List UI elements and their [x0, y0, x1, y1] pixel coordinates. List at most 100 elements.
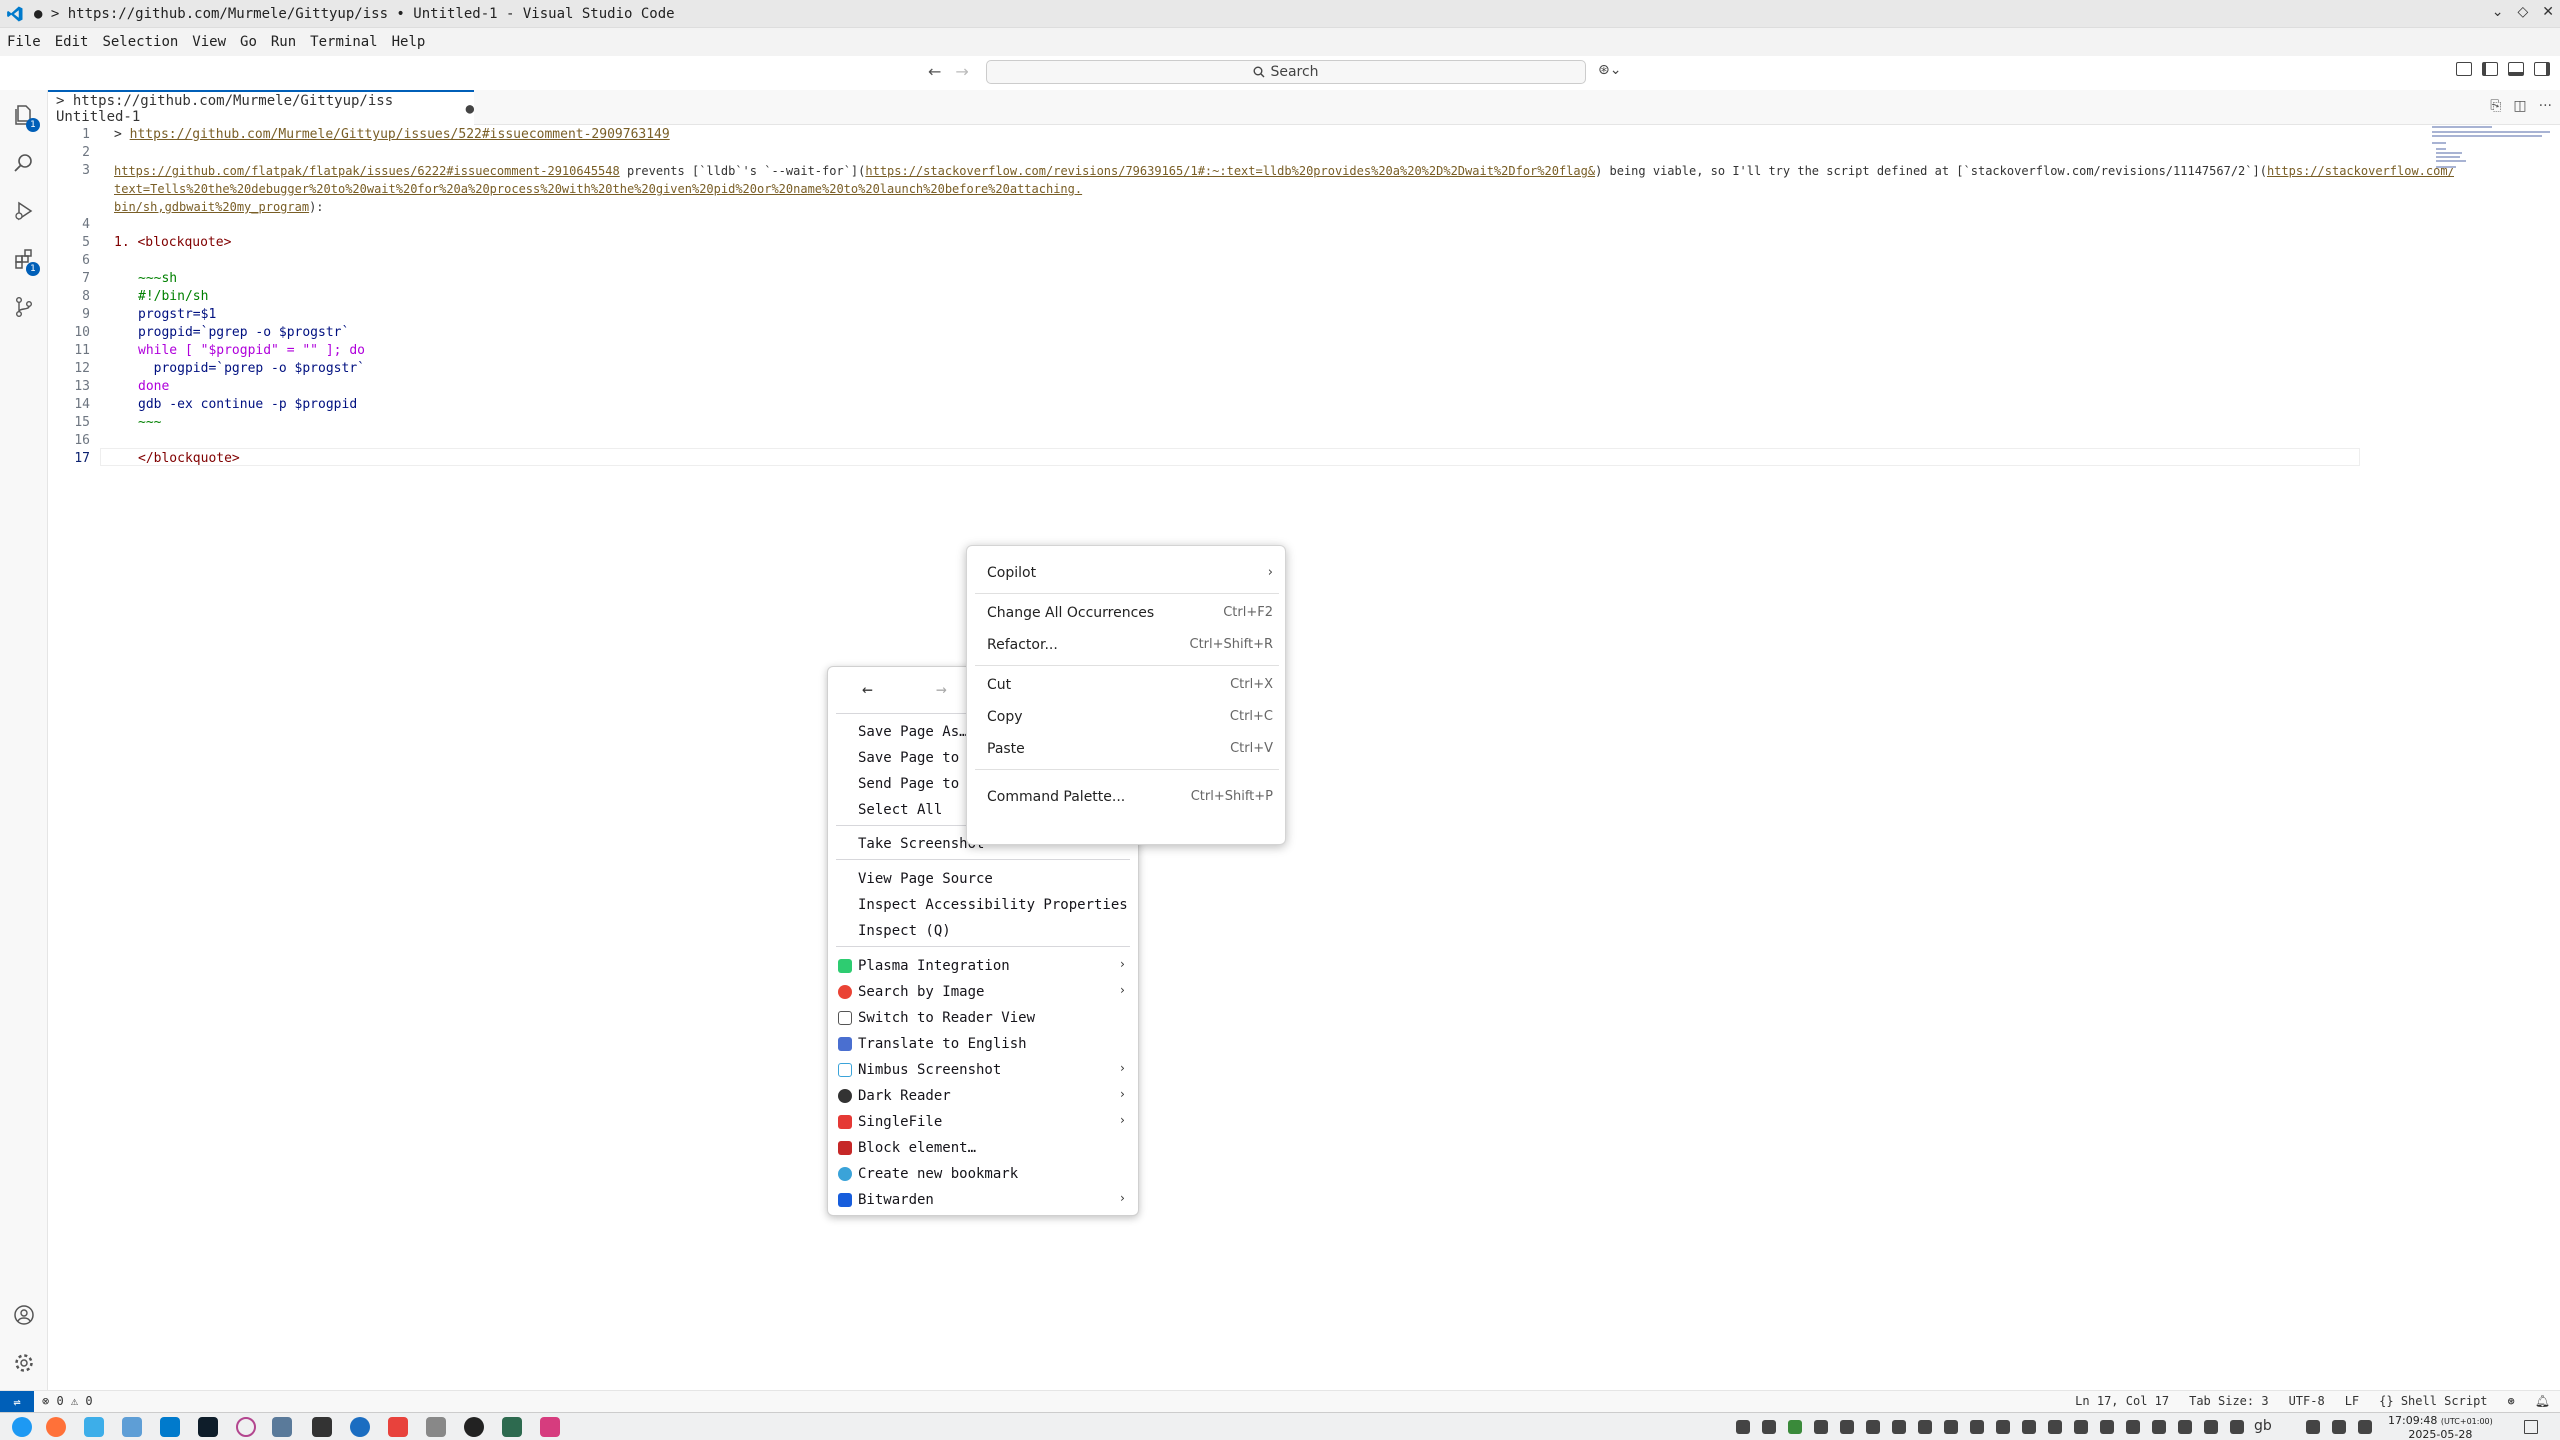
volume-icon[interactable] — [2074, 1420, 2088, 1434]
tray-icon-13[interactable] — [2048, 1420, 2062, 1434]
ff-dark-reader[interactable]: Dark Reader — [858, 1083, 951, 1109]
minimize-button[interactable]: ⌄ — [2492, 4, 2504, 20]
tray-icon-17[interactable] — [2332, 1420, 2346, 1434]
ff-inspect-accessibility[interactable]: Inspect Accessibility Properties — [858, 892, 1128, 918]
battery-icon[interactable] — [2230, 1420, 2244, 1434]
menu-file[interactable]: File — [0, 34, 48, 50]
menu-edit[interactable]: Edit — [48, 34, 96, 50]
system-clock[interactable]: 17:09:48 (UTC+01:00) 2025-05-28 — [2388, 1414, 2493, 1440]
run-debug-icon[interactable] — [12, 200, 36, 224]
terminal-app-icon[interactable] — [198, 1417, 218, 1437]
keyboard-layout[interactable]: gb — [2254, 1418, 2272, 1434]
ff-create-new-bookmark[interactable]: Create new bookmark — [858, 1161, 1018, 1187]
dark-app-icon[interactable] — [464, 1417, 484, 1437]
monitor-app-icon[interactable] — [272, 1417, 292, 1437]
cursor-position[interactable]: Ln 17, Col 17 — [2075, 1394, 2169, 1408]
circle-app-icon[interactable] — [236, 1417, 256, 1437]
tray-icon-12[interactable] — [2022, 1420, 2036, 1434]
ff-save-page-to-pocket[interactable]: Save Page to P — [858, 745, 976, 771]
printer-icon[interactable] — [2358, 1420, 2372, 1434]
tray-icon-5[interactable] — [1840, 1420, 1854, 1434]
manage-gear-icon[interactable] — [12, 1352, 36, 1376]
toggle-panel-icon[interactable] — [2508, 62, 2524, 76]
remote-indicator-icon[interactable]: ⇌ — [0, 1391, 34, 1413]
vs-change-all-occurrences[interactable]: Change All Occurrences Ctrl+F2 — [987, 600, 1273, 626]
end-of-line[interactable]: LF — [2345, 1394, 2359, 1408]
tray-icon-15[interactable] — [2178, 1420, 2192, 1434]
search-view-icon[interactable] — [12, 152, 36, 176]
split-editor-icon[interactable]: ◫ — [2513, 98, 2526, 114]
vs-cut[interactable]: Cut Ctrl+X — [987, 672, 1273, 698]
ff-save-page-as[interactable]: Save Page As… — [858, 719, 968, 745]
ff-nimbus-screenshot[interactable]: Nimbus Screenshot — [858, 1057, 1001, 1083]
tray-icon-14[interactable] — [2152, 1420, 2166, 1434]
nav-forward-button[interactable]: → — [955, 62, 968, 81]
steam-icon[interactable] — [350, 1417, 370, 1437]
gray-app-icon[interactable] — [426, 1417, 446, 1437]
notifications-bell-icon[interactable]: 🔔︎ — [2535, 1394, 2550, 1408]
copilot-menu-button[interactable]: ⊛⌄ — [1598, 62, 1621, 78]
file-manager-icon[interactable] — [122, 1417, 142, 1437]
tray-icon-1[interactable] — [1736, 1420, 1750, 1434]
language-mode[interactable]: {} Shell Script — [2379, 1394, 2487, 1408]
tab-size[interactable]: Tab Size: 3 — [2189, 1394, 2268, 1408]
minimap[interactable] — [2432, 126, 2550, 186]
extensions-icon[interactable]: 1 — [12, 248, 40, 276]
more-actions-icon[interactable]: ··· — [2539, 98, 2552, 114]
toggle-secondary-sidebar-icon[interactable] — [2534, 62, 2550, 76]
ff-search-by-image[interactable]: Search by Image — [858, 979, 984, 1005]
customize-layout-icon[interactable] — [2456, 62, 2472, 76]
tray-icon-9[interactable] — [1944, 1420, 1958, 1434]
file-encoding[interactable]: UTF-8 — [2289, 1394, 2325, 1408]
firefox-icon[interactable] — [46, 1417, 66, 1437]
tray-icon-3[interactable] — [1788, 1420, 1802, 1434]
tray-icon-16[interactable] — [2204, 1420, 2218, 1434]
vs-paste[interactable]: Paste Ctrl+V — [987, 736, 1273, 762]
ff-switch-to-reader-view[interactable]: Switch to Reader View — [858, 1005, 1035, 1031]
network-icon[interactable] — [2100, 1420, 2114, 1434]
display-icon[interactable] — [2306, 1420, 2320, 1434]
show-desktop-icon[interactable] — [2524, 1420, 2538, 1434]
ff-send-page-to-device[interactable]: Send Page to D — [858, 771, 976, 797]
vs-copilot[interactable]: Copilot › — [987, 560, 1273, 586]
pink-app-icon[interactable] — [540, 1417, 560, 1437]
ff-view-page-source[interactable]: View Page Source — [858, 866, 993, 892]
console-app-icon[interactable] — [312, 1417, 332, 1437]
open-preview-icon[interactable]: ⎘ — [2490, 98, 2501, 114]
tray-icon-6[interactable] — [1866, 1420, 1880, 1434]
menu-go[interactable]: Go — [233, 34, 264, 50]
ff-inspect[interactable]: Inspect (Q) — [858, 918, 951, 944]
ff-bitwarden[interactable]: Bitwarden — [858, 1187, 934, 1213]
ff-forward-icon[interactable]: → — [936, 679, 947, 700]
close-button[interactable]: ✕ — [2542, 4, 2554, 20]
menu-run[interactable]: Run — [264, 34, 303, 50]
tray-icon-10[interactable] — [1970, 1420, 1984, 1434]
accounts-icon[interactable] — [12, 1304, 36, 1328]
ff-select-all[interactable]: Select All — [858, 797, 942, 823]
vscode-taskbar-icon[interactable] — [160, 1417, 180, 1437]
problems-count[interactable]: ⊗ 0 ⚠ 0 — [42, 1394, 93, 1408]
source-control-icon[interactable] — [12, 296, 36, 320]
menu-help[interactable]: Help — [385, 34, 433, 50]
menu-view[interactable]: View — [185, 34, 233, 50]
ff-block-element[interactable]: Block element… — [858, 1135, 976, 1161]
tray-icon-8[interactable] — [1918, 1420, 1932, 1434]
tray-icon-2[interactable] — [1762, 1420, 1776, 1434]
tray-icon-7[interactable] — [1892, 1420, 1906, 1434]
nav-back-button[interactable]: ← — [928, 62, 941, 81]
maximize-button[interactable]: ◇ — [2517, 4, 2528, 20]
red-app-icon[interactable] — [388, 1417, 408, 1437]
tray-icon-4[interactable] — [1814, 1420, 1828, 1434]
tray-icon-11[interactable] — [1996, 1420, 2010, 1434]
vs-copy[interactable]: Copy Ctrl+C — [987, 704, 1273, 730]
copilot-status-icon[interactable]: ⊛ — [2508, 1394, 2515, 1408]
tab-untitled-1[interactable]: > https://github.com/Murmele/Gittyup/iss… — [48, 90, 474, 125]
ff-singlefile[interactable]: SingleFile — [858, 1109, 942, 1135]
dolphin-icon[interactable] — [84, 1417, 104, 1437]
brightness-icon[interactable] — [2126, 1420, 2140, 1434]
menu-terminal[interactable]: Terminal — [303, 34, 384, 50]
toggle-primary-sidebar-icon[interactable] — [2482, 62, 2498, 76]
ff-plasma-integration[interactable]: Plasma Integration — [858, 953, 1010, 979]
ff-back-icon[interactable]: ← — [862, 679, 873, 700]
app-launcher-icon[interactable] — [12, 1417, 32, 1437]
